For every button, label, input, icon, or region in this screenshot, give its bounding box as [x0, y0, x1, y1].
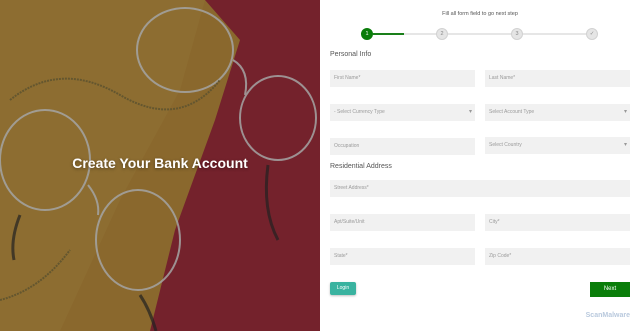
step-4-check-icon: ✓ [586, 28, 598, 40]
hero-image: Create Your Bank Account [0, 0, 320, 331]
progress-line-3 [448, 33, 514, 35]
form-instruction: Fill all form field to go next step [442, 11, 518, 17]
residential-address-heading: Residential Address [330, 163, 392, 170]
state-field[interactable]: State* [330, 248, 475, 265]
country-select[interactable]: Select Country [485, 137, 630, 154]
next-button[interactable]: Next [590, 282, 630, 297]
step-2: 2 [436, 28, 448, 40]
signup-form-panel: Fill all form field to go next step 1 2 … [320, 0, 640, 331]
progress-line-1 [373, 33, 404, 35]
scanmalware-watermark: ScanMalware [585, 312, 630, 319]
occupation-field[interactable]: Occupation [330, 138, 475, 155]
last-name-field[interactable]: Last Name* [485, 70, 630, 87]
login-button[interactable]: Login [330, 282, 356, 295]
zip-code-field[interactable]: Zip Code* [485, 248, 630, 265]
personal-info-heading: Personal Info [330, 51, 372, 58]
step-3: 3 [511, 28, 523, 40]
city-field[interactable]: City* [485, 214, 630, 231]
currency-type-select[interactable]: - Select Currency Type [330, 104, 475, 121]
apt-suite-field[interactable]: Apt/Suite/Unit [330, 214, 475, 231]
account-type-select[interactable]: Select Account Type [485, 104, 630, 121]
progress-line-2 [404, 33, 439, 35]
step-1: 1 [361, 28, 373, 40]
street-address-field[interactable]: Street Address* [330, 180, 630, 197]
first-name-field[interactable]: First Name* [330, 70, 475, 87]
progress-line-4 [523, 33, 586, 35]
hero-title: Create Your Bank Account [72, 155, 248, 171]
